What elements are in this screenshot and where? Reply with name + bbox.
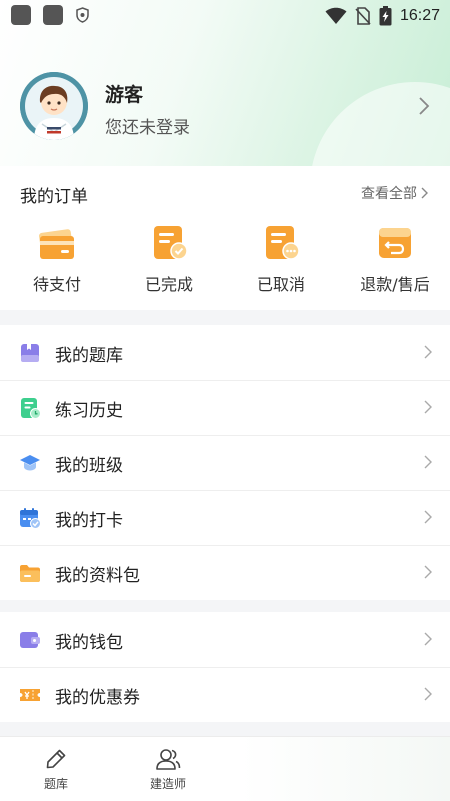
orders-title: 我的订单 <box>20 187 88 207</box>
user-name: 游客 <box>105 84 144 106</box>
menu-group-learning: 我的题库 练习历史 我的班级 我的打卡 我的资料包 <box>0 325 450 600</box>
chevron-right-icon <box>424 510 432 524</box>
chevron-right-icon <box>424 687 432 701</box>
wallet-card-icon <box>39 229 74 259</box>
folder-icon <box>20 565 40 582</box>
tab-question-bank[interactable]: 题库 <box>21 747 91 792</box>
menu-item-question-bank[interactable]: 我的题库 <box>0 325 450 380</box>
profile-header: 16:27 游客 您还未登录 <box>0 0 450 166</box>
menu-label: 我的优惠券 <box>55 688 140 708</box>
avatar-icon <box>20 72 88 140</box>
order-refund[interactable]: 退款/售后 <box>340 224 450 295</box>
shield-icon <box>76 7 89 23</box>
menu-label: 我的班级 <box>55 456 123 476</box>
practice-history-icon <box>21 398 41 419</box>
order-cancelled-icon <box>266 226 300 260</box>
status-bar: 16:27 <box>0 0 450 32</box>
menu-label: 我的钱包 <box>55 633 123 653</box>
decorative-gradient <box>240 737 450 801</box>
order-label: 退款/售后 <box>360 275 430 294</box>
chevron-right-icon <box>424 455 432 469</box>
menu-item-practice-history[interactable]: 练习历史 <box>0 380 450 435</box>
order-label: 已取消 <box>256 275 305 294</box>
calendar-check-icon <box>20 508 41 529</box>
login-status[interactable]: 您还未登录 <box>105 113 190 138</box>
order-cancelled[interactable]: 已取消 <box>226 224 336 295</box>
battery-charging-icon <box>379 6 392 26</box>
order-done-icon <box>154 226 188 260</box>
wifi-icon <box>325 7 347 24</box>
order-label: 已完成 <box>144 275 193 294</box>
refund-icon <box>379 228 411 258</box>
tab-constructor[interactable]: 建造师 <box>133 747 203 792</box>
menu-item-my-class[interactable]: 我的班级 <box>0 435 450 490</box>
menu-item-wallet[interactable]: 我的钱包 <box>0 612 450 667</box>
menu-label: 我的题库 <box>55 346 123 366</box>
view-all-label: 查看全部 <box>361 186 417 202</box>
clock: 16:27 <box>399 7 440 24</box>
chevron-right-icon <box>421 187 428 199</box>
chevron-right-icon[interactable] <box>418 96 430 116</box>
menu-group-finance: 我的钱包 我的优惠券 <box>0 612 450 722</box>
tab-label: 建造师 <box>149 777 186 791</box>
view-all-orders-link[interactable]: 查看全部 <box>361 183 428 203</box>
chevron-right-icon <box>424 632 432 646</box>
menu-item-check-in[interactable]: 我的打卡 <box>0 490 450 545</box>
coupon-icon <box>20 689 40 701</box>
pencil-icon <box>46 749 66 769</box>
order-pending-payment[interactable]: 待支付 <box>2 224 112 295</box>
graduation-cap-icon <box>20 455 40 471</box>
wallet-icon <box>20 632 40 648</box>
order-completed[interactable]: 已完成 <box>114 224 224 295</box>
menu-label: 练习历史 <box>55 401 123 421</box>
notification-icon <box>43 5 63 25</box>
chevron-right-icon <box>424 345 432 359</box>
no-sim-icon <box>355 7 371 25</box>
menu-item-materials[interactable]: 我的资料包 <box>0 545 450 600</box>
notification-icon <box>11 5 31 25</box>
menu-label: 我的资料包 <box>55 566 140 586</box>
chevron-right-icon <box>424 400 432 414</box>
avatar[interactable] <box>20 72 88 140</box>
question-bank-icon <box>21 344 39 362</box>
bottom-tab-bar: 题库 建造师 <box>0 736 450 801</box>
user-group-icon <box>156 749 181 770</box>
tab-label: 题库 <box>43 777 68 791</box>
orders-section: 我的订单 查看全部 待支付 已完成 已取消 退款/售后 <box>0 166 450 310</box>
chevron-right-icon <box>424 565 432 579</box>
profile-card[interactable]: 游客 您还未登录 <box>20 72 430 142</box>
order-label: 待支付 <box>32 275 81 294</box>
menu-label: 我的打卡 <box>55 511 123 531</box>
menu-item-coupons[interactable]: 我的优惠券 <box>0 667 450 722</box>
